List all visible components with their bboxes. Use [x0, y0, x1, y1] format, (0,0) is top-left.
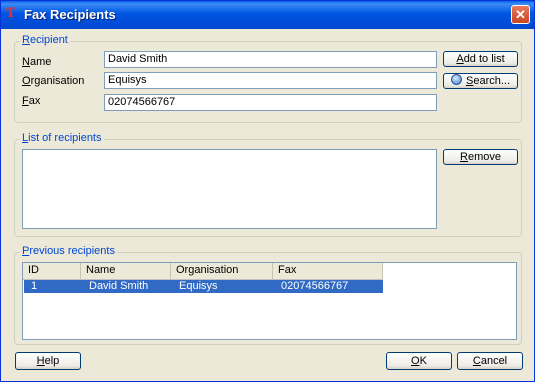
help-button[interactable]: Help: [15, 352, 81, 370]
fax-field[interactable]: 02074566767: [104, 94, 437, 111]
row-organisation-cell: Equisys: [179, 280, 218, 292]
listview-header: ID Name Organisation Fax: [23, 263, 383, 280]
recipients-list[interactable]: [22, 149, 437, 229]
fax-recipients-dialog: Ƭ Fax Recipients ✕ Recipient Name David …: [0, 0, 535, 382]
column-header-id[interactable]: ID: [23, 263, 81, 279]
table-row[interactable]: 1 David Smith Equisys 02074566767: [24, 280, 383, 293]
recipients-list-group-label: List of recipients: [20, 132, 104, 144]
add-to-list-button[interactable]: Add to list: [443, 51, 518, 67]
remove-button[interactable]: Remove: [443, 149, 518, 165]
window-title: Fax Recipients: [24, 7, 116, 22]
column-header-organisation[interactable]: Organisation: [171, 263, 273, 279]
globe-icon: [450, 74, 462, 85]
row-name-cell: David Smith: [89, 280, 149, 292]
organisation-field[interactable]: Equisys: [104, 72, 437, 89]
ok-button[interactable]: OK: [386, 352, 452, 370]
recipient-group-label: Recipient: [20, 34, 70, 46]
cancel-button[interactable]: Cancel: [457, 352, 523, 370]
row-id-cell: 1: [31, 280, 38, 292]
previous-recipients-listview[interactable]: ID Name Organisation Fax 1 David Smith E…: [22, 262, 517, 340]
name-label: Name: [22, 56, 52, 68]
organisation-label: Organisation: [22, 75, 85, 87]
row-fax-cell: 02074566767: [281, 280, 349, 292]
fax-app-icon: Ƭ: [6, 6, 16, 21]
title-bar[interactable]: Ƭ Fax Recipients ✕: [1, 1, 534, 29]
fax-label: Fax: [22, 95, 41, 107]
name-field[interactable]: David Smith: [104, 51, 437, 68]
previous-recipients-group-label: Previous recipients: [20, 245, 117, 257]
search-button[interactable]: Search...: [443, 73, 518, 89]
column-header-fax[interactable]: Fax: [273, 263, 383, 279]
close-button[interactable]: ✕: [511, 5, 530, 24]
column-header-name[interactable]: Name: [81, 263, 171, 279]
